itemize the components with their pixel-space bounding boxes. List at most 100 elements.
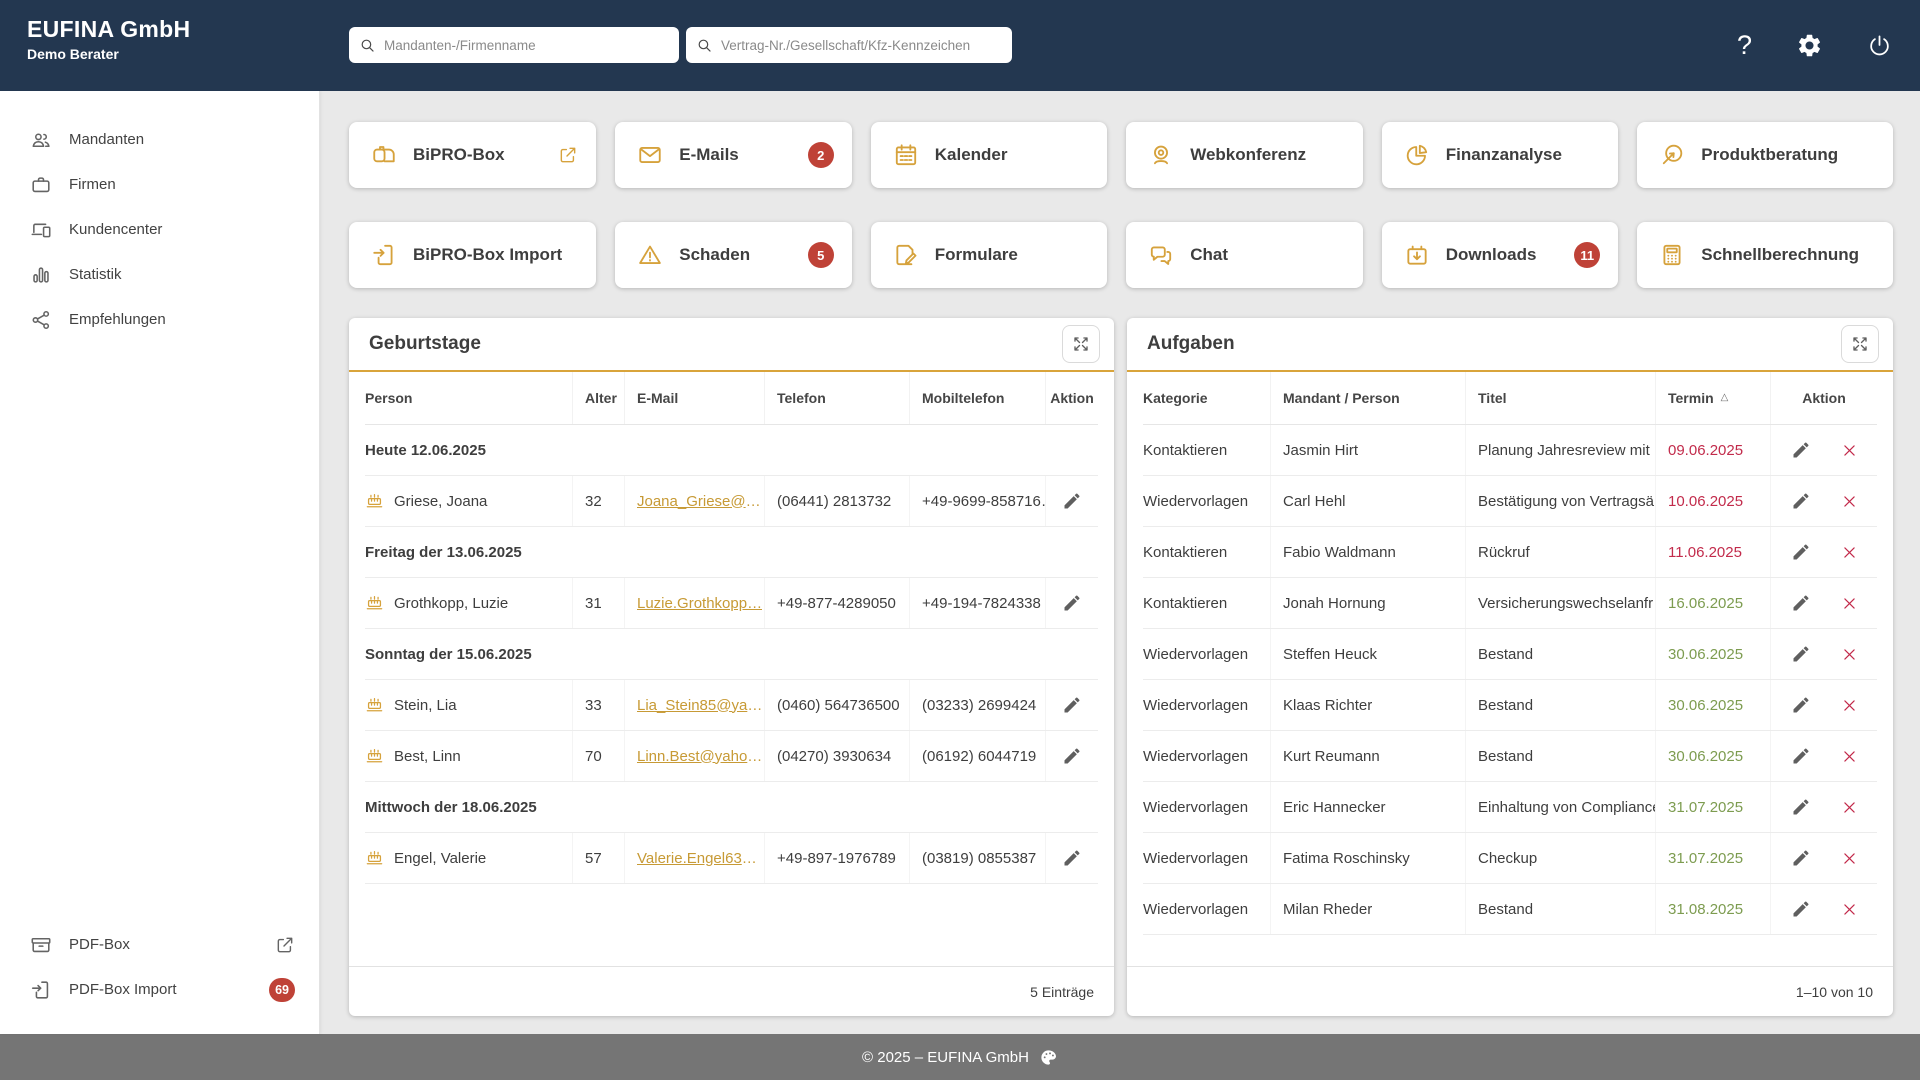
edit-button[interactable] <box>1787 436 1815 464</box>
pencil-icon <box>1791 440 1811 460</box>
edit-button[interactable] <box>1787 640 1815 668</box>
tile-downloads[interactable]: Downloads 11 <box>1382 222 1619 288</box>
tile-label: Webkonferenz <box>1190 145 1306 165</box>
email-link[interactable]: Joana_Griese@ya… <box>637 493 764 510</box>
delete-button[interactable] <box>1837 438 1862 463</box>
email-cell: Linn.Best@yahoo.… <box>624 731 764 781</box>
sidebar-item-kundencenter[interactable]: Kundencenter <box>0 207 319 252</box>
delete-button[interactable] <box>1837 744 1862 769</box>
edit-button[interactable] <box>1787 589 1815 617</box>
tile-webkonferenz[interactable]: Webkonferenz <box>1126 122 1363 188</box>
delete-button[interactable] <box>1837 591 1862 616</box>
tile-finanzanalyse[interactable]: Finanzanalyse <box>1382 122 1619 188</box>
edit-button[interactable] <box>1058 742 1086 770</box>
edit-button[interactable] <box>1787 742 1815 770</box>
delete-button[interactable] <box>1837 540 1862 565</box>
tile-e-mails[interactable]: E-Mails 2 <box>615 122 852 188</box>
contract-search-input[interactable] <box>721 38 1002 53</box>
x-icon <box>1841 799 1858 816</box>
edit-button[interactable] <box>1787 844 1815 872</box>
power-icon <box>1867 33 1892 58</box>
due-date-cell: 09.06.2025 <box>1655 425 1770 475</box>
sidebar-bottom: PDF-Box PDF-Box Import 69 <box>0 922 319 1012</box>
delete-button[interactable] <box>1837 795 1862 820</box>
birthday-group-label: Sonntag der 15.06.2025 <box>365 629 1098 679</box>
email-link[interactable]: Luzie.Grothkopp… <box>637 595 762 612</box>
client-cell: Fabio Waldmann <box>1270 527 1465 577</box>
due-date-cell: 31.07.2025 <box>1655 782 1770 832</box>
target-icon <box>1659 142 1685 168</box>
sidebar-item-pdf-box[interactable]: PDF-Box <box>0 922 319 967</box>
email-link[interactable]: Valerie.Engel63@… <box>637 850 764 867</box>
delete-button[interactable] <box>1837 642 1862 667</box>
email-link[interactable]: Lia_Stein85@yah… <box>637 697 764 714</box>
birthdays-title: Geburtstage <box>369 333 481 355</box>
phone-cell: (0460) 564736500 <box>764 680 909 730</box>
column-header-termin[interactable]: Termin△ <box>1655 372 1770 424</box>
logout-button[interactable] <box>1867 33 1892 58</box>
edit-button[interactable] <box>1058 487 1086 515</box>
title-cell: Rückruf <box>1465 527 1655 577</box>
edit-button[interactable] <box>1058 589 1086 617</box>
edit-button[interactable] <box>1058 844 1086 872</box>
sidebar-item-empfehlungen[interactable]: Empfehlungen <box>0 297 319 342</box>
sidebar-item-firmen[interactable]: Firmen <box>0 162 319 207</box>
client-cell: Fatima Roschinsky <box>1270 833 1465 883</box>
delete-button[interactable] <box>1837 846 1862 871</box>
tile-bipro-box-import[interactable]: BiPRO-Box Import <box>349 222 596 288</box>
delete-button[interactable] <box>1837 693 1862 718</box>
task-row: Wiedervorlagen Eric Hannecker Einhaltung… <box>1143 782 1877 833</box>
action-cell <box>1770 425 1877 475</box>
sidebar-item-mandanten[interactable]: Mandanten <box>0 117 319 162</box>
edit-button[interactable] <box>1787 691 1815 719</box>
email-link[interactable]: Linn.Best@yahoo.… <box>637 748 764 765</box>
age-cell: 33 <box>572 680 624 730</box>
tile-produktberatung[interactable]: Produktberatung <box>1637 122 1893 188</box>
settings-button[interactable] <box>1796 32 1823 59</box>
category-cell: Wiedervorlagen <box>1143 629 1270 679</box>
tile-schnellberechnung[interactable]: Schnellberechnung <box>1637 222 1893 288</box>
edit-button[interactable] <box>1058 691 1086 719</box>
tasks-pagination: 1–10 von 10 <box>1796 984 1873 1000</box>
tile-chat[interactable]: Chat <box>1126 222 1363 288</box>
edit-button[interactable] <box>1787 793 1815 821</box>
client-cell: Steffen Heuck <box>1270 629 1465 679</box>
edit-button[interactable] <box>1787 538 1815 566</box>
help-button[interactable]: ? <box>1737 30 1752 61</box>
cake-icon <box>365 594 384 613</box>
tile-kalender[interactable]: Kalender <box>871 122 1108 188</box>
quick-access-tiles: BiPRO-Box E-Mails 2 Kalender Webkonferen… <box>349 122 1893 288</box>
top-actions: ? <box>1737 0 1892 91</box>
tile-formulare[interactable]: Formulare <box>871 222 1108 288</box>
devices-icon <box>30 219 52 241</box>
title-cell: Planung Jahresreview mit … <box>1465 425 1655 475</box>
search-icon <box>359 37 376 54</box>
tasks-expand-button[interactable] <box>1841 325 1879 363</box>
person-cell: Engel, Valerie <box>365 833 572 883</box>
pdf-box-icon <box>30 934 52 956</box>
edit-button[interactable] <box>1787 895 1815 923</box>
due-date-cell: 30.06.2025 <box>1655 680 1770 730</box>
birthdays-table-body: Heute 12.06.2025 Griese, Joana 32 Joana_… <box>365 425 1098 884</box>
age-cell: 31 <box>572 578 624 628</box>
tile-schaden[interactable]: Schaden 5 <box>615 222 852 288</box>
birthday-group-label: Freitag der 13.06.2025 <box>365 527 1098 577</box>
x-icon <box>1841 748 1858 765</box>
pencil-icon <box>1791 491 1811 511</box>
pencil-icon <box>1791 848 1811 868</box>
sidebar-item-statistik[interactable]: Statistik <box>0 252 319 297</box>
delete-button[interactable] <box>1837 489 1862 514</box>
cake-icon <box>365 747 384 766</box>
client-search-input[interactable] <box>384 38 669 53</box>
sidebar-item-pdf-box-import[interactable]: PDF-Box Import 69 <box>0 967 319 1012</box>
column-header-titel: Titel <box>1465 372 1655 424</box>
title-cell: Einhaltung von Compliance… <box>1465 782 1655 832</box>
delete-button[interactable] <box>1837 897 1862 922</box>
tile-bipro-box[interactable]: BiPRO-Box <box>349 122 596 188</box>
due-date-cell: 31.07.2025 <box>1655 833 1770 883</box>
edit-button[interactable] <box>1787 487 1815 515</box>
birthday-group-label: Heute 12.06.2025 <box>365 425 1098 475</box>
phone-cell: (06441) 2813732 <box>764 476 909 526</box>
birthdays-expand-button[interactable] <box>1062 325 1100 363</box>
x-icon <box>1841 595 1858 612</box>
